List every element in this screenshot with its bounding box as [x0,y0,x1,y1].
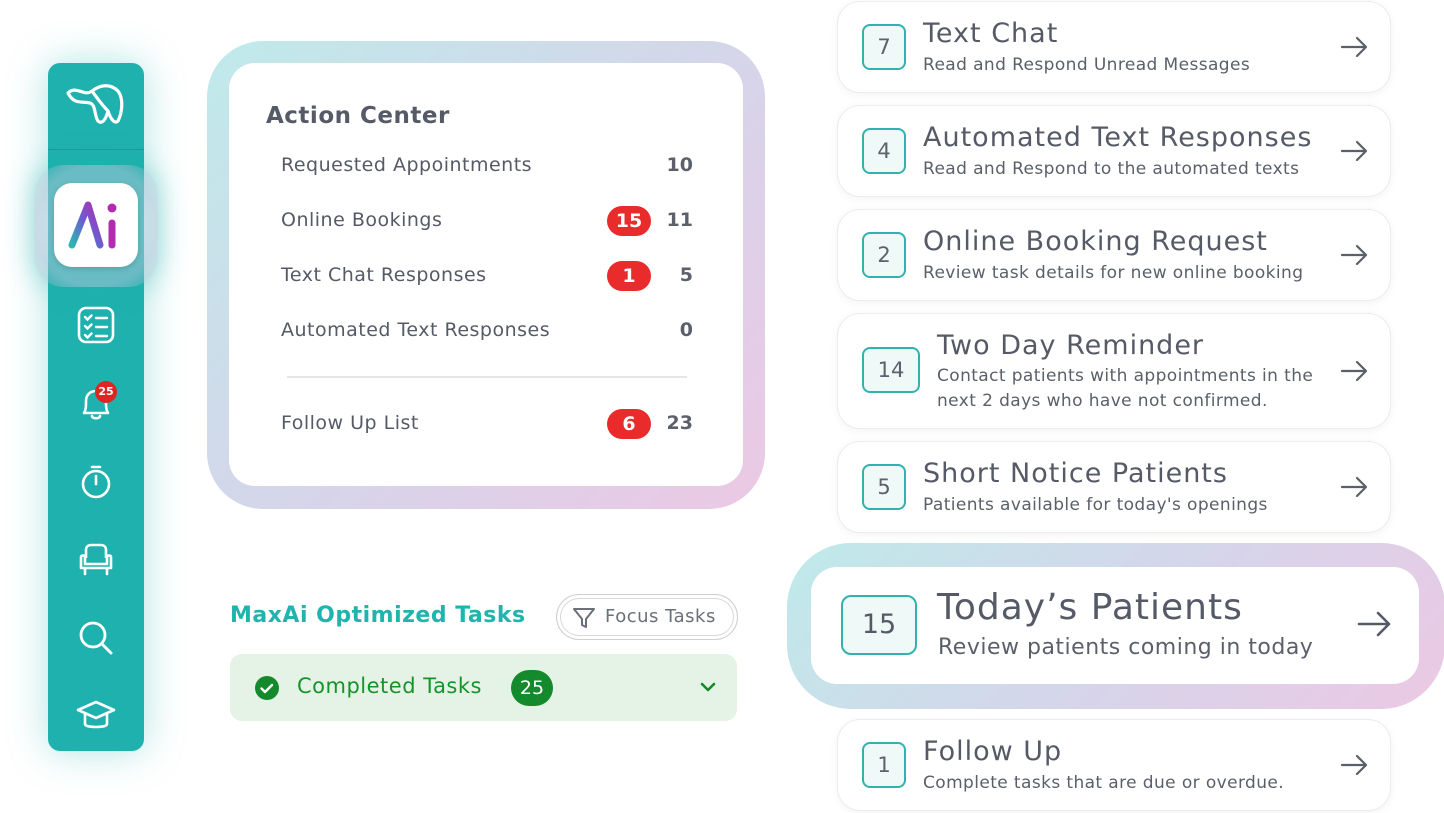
search-icon[interactable] [76,618,116,658]
task-list-icon[interactable] [76,305,116,345]
task-subtitle: Read and Respond to the automated texts [923,159,1300,179]
action-row-requested-appointments[interactable]: Requested Appointments 10 [281,152,693,182]
arrow-right-icon[interactable] [1357,609,1393,639]
maxai-app-highlight [34,165,158,287]
action-row-label: Online Bookings [281,209,443,231]
arrow-right-icon[interactable] [1340,243,1370,267]
arrow-right-icon[interactable] [1340,753,1370,777]
arrow-right-icon[interactable] [1340,35,1370,59]
task-title: Text Chat [923,18,1059,49]
task-subtitle: Review patients coming in today [938,635,1314,660]
task-card-two-day-reminder[interactable]: 14 Two Day Reminder Contact patients wit… [838,314,1390,428]
dental-chair-icon[interactable] [76,540,116,580]
action-row-count: 5 [679,264,693,286]
divider [287,376,687,378]
notification-count-badge: 25 [95,381,117,403]
task-card-todays-patients[interactable]: 15 Today’s Patients Review patients comi… [811,567,1419,684]
new-count-badge: 1 [607,261,651,291]
action-row-text-chat-responses[interactable]: Text Chat Responses 1 5 [281,261,693,292]
action-row-count: 11 [666,209,693,231]
task-title: Follow Up [923,736,1063,767]
task-title: Two Day Reminder [937,330,1205,361]
task-card-short-notice-patients[interactable]: 5 Short Notice Patients Patients availab… [838,442,1390,532]
completed-tasks-accordion[interactable]: Completed Tasks 25 [230,654,737,721]
task-card-automated-text-responses[interactable]: 4 Automated Text Responses Read and Resp… [838,106,1390,196]
task-card-online-booking-request[interactable]: 2 Online Booking Request Review task det… [838,210,1390,300]
task-count: 7 [862,24,906,70]
action-row-online-bookings[interactable]: Online Bookings 15 11 [281,206,693,237]
action-row-label: Text Chat Responses [281,264,487,286]
task-subtitle: Complete tasks that are due or overdue. [923,773,1285,793]
action-row-count: 0 [679,319,693,341]
task-count: 15 [841,595,917,655]
action-row-follow-up-list[interactable]: Follow Up List 6 23 [281,409,693,440]
new-count-badge: 15 [607,206,651,236]
chevron-down-icon[interactable] [699,678,717,696]
arrow-right-icon[interactable] [1340,475,1370,499]
task-subtitle: Contact patients with appointments in th… [937,366,1314,411]
task-title: Short Notice Patients [923,458,1228,489]
task-card-follow-up[interactable]: 1 Follow Up Complete tasks that are due … [838,720,1390,810]
arrow-right-icon[interactable] [1340,139,1370,163]
stopwatch-icon[interactable] [76,462,116,502]
tooth-logo-icon[interactable] [62,81,130,127]
task-count: 1 [862,742,906,788]
task-count: 2 [862,232,906,278]
action-row-label: Requested Appointments [281,154,533,176]
action-row-label: Automated Text Responses [281,319,551,341]
maxai-logo-icon[interactable] [54,183,138,267]
action-row-count: 23 [666,412,693,434]
optimized-tasks-title: MaxAi Optimized Tasks [230,603,526,628]
action-row-count: 10 [666,154,693,176]
action-row-automated-text-responses[interactable]: Automated Text Responses 0 [281,317,693,347]
completed-tasks-label: Completed Tasks [297,674,482,698]
task-count: 14 [862,347,920,393]
completed-count-badge: 25 [511,670,553,706]
arrow-right-icon[interactable] [1340,359,1370,383]
focus-tasks-label: Focus Tasks [605,606,716,627]
focus-tasks-button[interactable]: Focus Tasks [556,594,738,640]
task-subtitle: Patients available for today's openings [923,495,1268,515]
task-card-text-chat[interactable]: 7 Text Chat Read and Respond Unread Mess… [838,2,1390,92]
sidebar-divider [48,149,144,150]
task-count: 4 [862,128,906,174]
task-title: Automated Text Responses [923,122,1313,153]
action-row-label: Follow Up List [281,412,419,434]
new-count-badge: 6 [607,409,651,439]
task-count: 5 [862,464,906,510]
task-title: Online Booking Request [923,226,1268,257]
action-center-title: Action Center [266,103,450,129]
task-subtitle: Read and Respond Unread Messages [923,55,1251,75]
task-title: Today’s Patients [937,587,1243,628]
filter-icon [573,608,595,628]
check-circle-icon [255,676,279,700]
graduation-cap-icon[interactable] [76,696,116,736]
task-subtitle: Review task details for new online booki… [923,263,1304,283]
